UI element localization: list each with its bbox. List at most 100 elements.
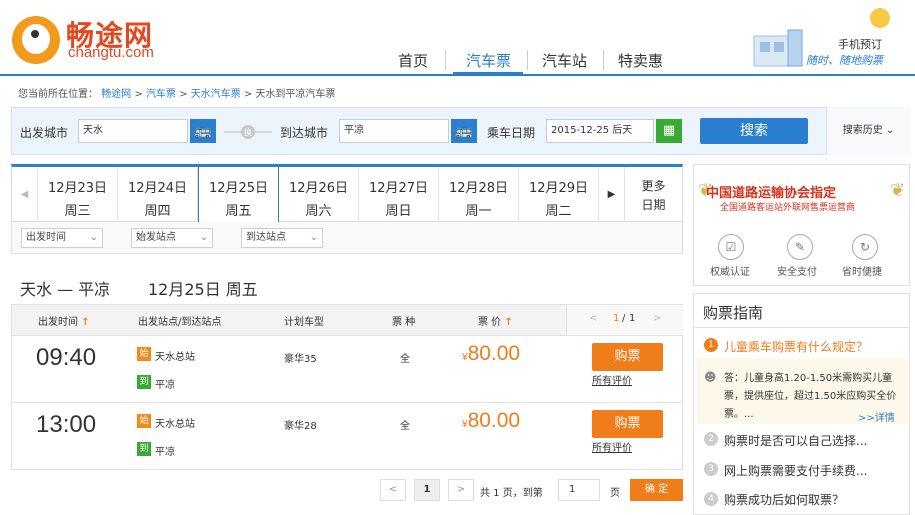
page-current: 1: [613, 313, 620, 324]
from-station-bus-icon[interactable]: 🚌: [190, 119, 216, 143]
header-departure-time[interactable]: 出发时间 ↑: [38, 313, 90, 328]
header-price[interactable]: 票 价 ↑: [478, 313, 513, 328]
pager-page-input[interactable]: 1: [558, 479, 600, 501]
nav-bus-stations[interactable]: 汽车站: [542, 50, 587, 71]
guide-question-4[interactable]: 购票成功后如何取票？: [724, 491, 844, 508]
guide-question-1[interactable]: 儿童乘车购票有什么规定？: [724, 338, 868, 355]
ticket-kind: 全: [400, 354, 410, 365]
filter-arrival-station[interactable]: 到达站点 ⌄: [241, 228, 323, 248]
pager-prev-button[interactable]: <: [380, 479, 406, 501]
date-tab-day: 12月25日: [208, 181, 269, 196]
date-tab[interactable]: 12月28日 周一: [439, 167, 519, 222]
guide-question-3[interactable]: 网上购票需要支付手续费...: [724, 462, 867, 479]
secure-pay-icon: ✎: [787, 234, 813, 260]
nav-divider: [527, 50, 528, 70]
all-reviews-link[interactable]: 所有评价: [592, 372, 632, 387]
ticket-kind: 全: [400, 421, 410, 432]
buy-ticket-button[interactable]: 购票: [592, 343, 663, 371]
page-prev-icon[interactable]: <: [589, 313, 597, 324]
to-city-label: 到达城市: [280, 126, 329, 140]
filter-origin-station[interactable]: 始发站点 ⌄: [131, 228, 213, 248]
date-tab[interactable]: 12月23日 周三: [38, 167, 118, 222]
date-input[interactable]: 2015-12-25 后天: [546, 119, 654, 143]
date-tab[interactable]: 12月26日 周六: [279, 167, 359, 222]
results-table-header: 出发时间 ↑ 出发站点/到达站点 计划车型 票 种 票 价 ↑ < 1 / 1 …: [11, 304, 683, 336]
to-city-input[interactable]: 平凉: [339, 119, 449, 143]
calendar-icon[interactable]: ▦: [656, 119, 682, 143]
breadcrumb-link-home[interactable]: 畅途网: [101, 89, 131, 100]
dates-prev-arrow-icon[interactable]: ◀: [12, 167, 38, 222]
origin-badge: 始: [137, 414, 151, 428]
table-pager: < 1 / 1 >: [566, 305, 683, 335]
question-number-badge: 2: [704, 432, 718, 446]
logo-mascot-face: [22, 24, 50, 54]
breadcrumb-separator: >: [243, 89, 256, 100]
departure-time: 09:40: [36, 344, 97, 371]
guide-question-2[interactable]: 购票时是否可以自己选择...: [724, 432, 867, 449]
dates-next-arrow-icon[interactable]: ▶: [599, 167, 625, 222]
destination-station: 平凉: [155, 380, 175, 391]
from-city-input[interactable]: 天水: [78, 119, 188, 143]
date-tab-weekday: 周四: [144, 204, 171, 219]
buy-ticket-button[interactable]: 购票: [592, 410, 663, 438]
from-city-label: 出发城市: [20, 126, 69, 140]
guide-detail-link[interactable]: >>详情: [858, 409, 895, 424]
nav-home[interactable]: 首页: [398, 50, 428, 71]
date-tab-day: 12月27日: [368, 181, 429, 196]
page-total: 1: [629, 313, 636, 324]
mobile-promo-title: 手机预订: [838, 38, 882, 51]
breadcrumb: 您当前所在位置： 畅途网 > 汽车票 > 天水汽车票 > 天水到平凉汽车票: [18, 85, 335, 100]
breadcrumb-separator: >: [179, 89, 191, 100]
all-reviews-link[interactable]: 所有评价: [592, 439, 632, 454]
breadcrumb-current: 天水到平凉汽车票: [255, 89, 336, 100]
breadcrumb-link-city[interactable]: 天水汽车票: [191, 89, 241, 100]
question-number-badge: 4: [704, 492, 718, 506]
page-next-icon[interactable]: >: [653, 313, 661, 324]
filter-label: 出发时间: [26, 232, 66, 243]
time-saving-icon: ↻: [852, 234, 878, 260]
breadcrumb-link-bus[interactable]: 汽车票: [146, 89, 176, 100]
sun-icon: [870, 8, 890, 28]
date-tab[interactable]: 12月24日 周四: [118, 167, 198, 222]
date-label: 乘车日期: [487, 126, 536, 140]
date-tab[interactable]: 12月29日 周二: [519, 167, 599, 222]
departure-time: 13:00: [36, 411, 97, 438]
pager-next-button[interactable]: >: [448, 479, 474, 501]
nav-bus-tickets[interactable]: 汽车票: [466, 50, 511, 71]
to-station-bus-icon[interactable]: 🚌: [451, 119, 477, 143]
nav-divider: [445, 50, 446, 70]
origin-station: 天水总站: [155, 352, 195, 363]
table-row: 13:00 始 天水总站 到 平凉 豪华28 全 ¥80.00 购票 所有评价: [11, 403, 683, 470]
filter-departure-time[interactable]: 出发时间 ⌄: [21, 228, 103, 248]
date-tab[interactable]: 12月27日 周日: [359, 167, 439, 222]
filter-label: 到达站点: [246, 232, 286, 243]
association-subtitle: 全国道路客运站外联网售票运营商: [720, 203, 856, 213]
question-number-badge: 3: [704, 462, 718, 476]
header-label: 票 价: [478, 317, 502, 328]
more-dates-line1: 更多: [641, 179, 666, 193]
search-history-label: 搜索历史: [842, 125, 883, 136]
filter-bar: 出发时间 ⌄ 始发站点 ⌄ 到达站点 ⌄: [11, 222, 683, 254]
search-button[interactable]: 搜索: [700, 118, 808, 144]
more-dates-button[interactable]: 更多 日期: [625, 167, 682, 222]
pager-page-1[interactable]: 1: [414, 479, 440, 501]
pager-confirm-button[interactable]: 确 定: [630, 479, 683, 501]
person-icon: ☻: [704, 370, 717, 384]
origin-badge: 始: [137, 347, 151, 361]
date-tab-active[interactable]: 12月25日 周五: [198, 167, 279, 223]
table-row: 09:40 始 天水总站 到 平凉 豪华35 全 ¥80.00 购票 所有评价: [11, 336, 683, 403]
date-tab-weekday: 周五: [225, 204, 252, 219]
search-history-dropdown[interactable]: 搜索历史 ⌄: [826, 107, 910, 155]
mobile-promo-slogan: 随时、随地购票: [806, 54, 883, 67]
ticket-guide-title: 购票指南: [703, 304, 764, 322]
nav-active-underline: [453, 72, 523, 75]
date-tab-day: 12月26日: [288, 181, 349, 196]
nav-deals[interactable]: 特卖惠: [618, 50, 663, 71]
logo-domain: changtu.com: [68, 44, 154, 61]
date-tab-weekday: 周二: [545, 204, 572, 219]
breadcrumb-separator: >: [134, 89, 146, 100]
sort-up-arrow-icon: ↑: [504, 317, 513, 328]
laurel-right-icon: ❦: [890, 180, 906, 201]
date-tab-day: 12月23日: [47, 181, 108, 196]
swap-cities-button[interactable]: 换: [222, 124, 274, 139]
